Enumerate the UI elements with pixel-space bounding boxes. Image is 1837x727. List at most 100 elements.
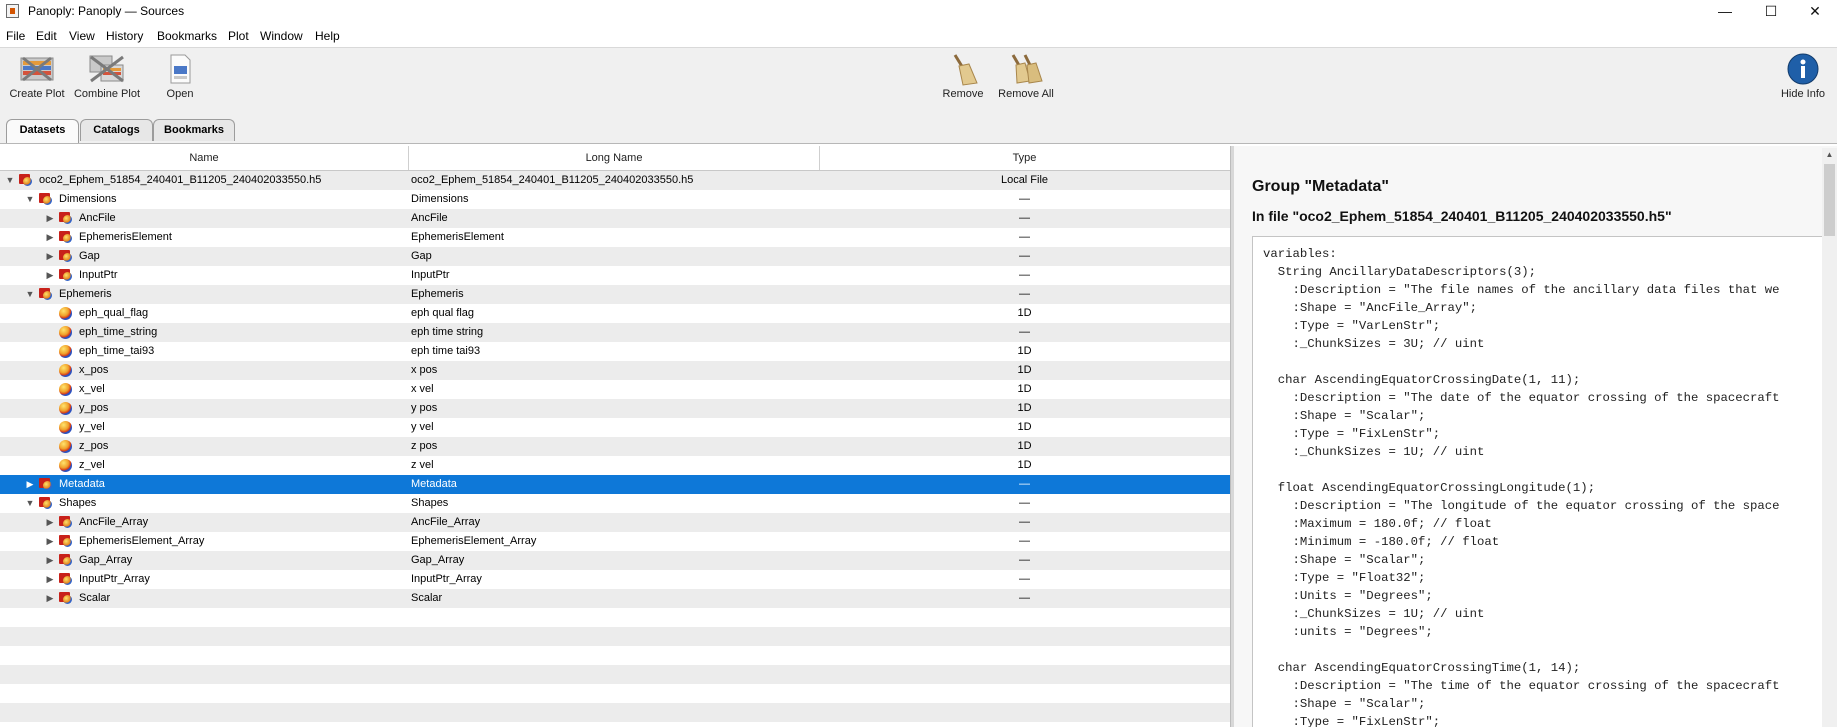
- expand-icon[interactable]: ▶: [44, 570, 56, 589]
- table-row[interactable]: x_vel x vel 1D: [0, 380, 1230, 399]
- row-type-cell: —: [1019, 269, 1030, 281]
- metadata-line: :_ChunkSizes = 1U; // uint: [1263, 445, 1485, 459]
- menu-window[interactable]: Window: [260, 29, 303, 43]
- table-row[interactable]: ▶ EphemerisElement_Array EphemerisElement_…: [0, 532, 1230, 551]
- close-button[interactable]: ✕: [1792, 0, 1837, 23]
- row-name-label: Scalar: [79, 592, 111, 604]
- expand-icon[interactable]: ▶: [44, 247, 56, 266]
- expand-icon[interactable]: ▶: [44, 209, 56, 228]
- menu-history[interactable]: History: [106, 29, 143, 43]
- tab-datasets[interactable]: Datasets: [6, 119, 79, 143]
- row-long-name-cell: InputPtr_Array: [411, 573, 482, 585]
- table-row[interactable]: x_pos x pos 1D: [0, 361, 1230, 380]
- combine-plot-label: Combine Plot: [73, 88, 141, 100]
- info-scrollbar[interactable]: ▲: [1822, 148, 1837, 727]
- metadata-line: :Shape = "Scalar";: [1263, 409, 1426, 423]
- metadata-line: :Description = "The longitude of the equ…: [1263, 499, 1780, 513]
- metadata-line: :Type = "Float32";: [1263, 571, 1426, 585]
- table-row[interactable]: ▶ Gap_Array Gap_Array —: [0, 551, 1230, 570]
- table-row[interactable]: z_pos z pos 1D: [0, 437, 1230, 456]
- metadata-line: :Type = "VarLenStr";: [1263, 319, 1441, 333]
- table-row[interactable]: eph_time_string eph time string —: [0, 323, 1230, 342]
- menu-view[interactable]: View: [69, 29, 95, 43]
- row-long-name-cell: AncFile: [411, 212, 448, 224]
- expand-icon[interactable]: ▶: [24, 475, 36, 494]
- table-row[interactable]: y_pos y pos 1D: [0, 399, 1230, 418]
- row-type-cell: —: [1019, 592, 1030, 604]
- table-row[interactable]: ▶ Metadata Metadata —: [0, 475, 1230, 494]
- scrollbar-thumb[interactable]: [1824, 164, 1835, 236]
- menu-plot[interactable]: Plot: [228, 29, 249, 43]
- row-type-cell: —: [1019, 288, 1030, 300]
- metadata-line: char AscendingEquatorCrossingDate(1, 11)…: [1263, 373, 1581, 387]
- remove-all-button[interactable]: Remove All: [992, 52, 1060, 114]
- empty-row: [0, 646, 1230, 665]
- tab-catalogs[interactable]: Catalogs: [80, 119, 153, 141]
- table-row[interactable]: z_vel z vel 1D: [0, 456, 1230, 475]
- row-name-label: Gap_Array: [79, 554, 133, 566]
- table-row[interactable]: ▶ EphemerisElement EphemerisElement —: [0, 228, 1230, 247]
- empty-row: [0, 684, 1230, 703]
- row-long-name-cell: Dimensions: [411, 193, 469, 205]
- collapse-icon[interactable]: ▼: [24, 190, 36, 209]
- expand-icon[interactable]: ▶: [44, 551, 56, 570]
- expand-icon[interactable]: ▶: [44, 532, 56, 551]
- open-label: Open: [166, 88, 194, 100]
- tab-bookmarks[interactable]: Bookmarks: [153, 119, 235, 141]
- row-name-label: z_vel: [79, 459, 105, 471]
- table-row[interactable]: ▶ InputPtr_Array InputPtr_Array —: [0, 570, 1230, 589]
- metadata-line: :Description = "The time of the equator …: [1263, 679, 1780, 693]
- group-icon: [39, 477, 54, 491]
- hide-info-button[interactable]: Hide Info: [1769, 52, 1837, 114]
- table-row[interactable]: ▶ InputPtr InputPtr —: [0, 266, 1230, 285]
- table-row[interactable]: eph_time_tai93 eph time tai93 1D: [0, 342, 1230, 361]
- row-long-name-cell: AncFile_Array: [411, 516, 481, 528]
- row-name-label: z_pos: [79, 440, 109, 452]
- collapse-icon[interactable]: ▼: [4, 171, 16, 190]
- metadata-text-box[interactable]: variables: String AncillaryDataDescripto…: [1252, 236, 1834, 727]
- open-button[interactable]: Open: [146, 52, 214, 114]
- table-row[interactable]: ▼ Dimensions Dimensions —: [0, 190, 1230, 209]
- table-row[interactable]: y_vel y vel 1D: [0, 418, 1230, 437]
- table-row[interactable]: ▼ Shapes Shapes —: [0, 494, 1230, 513]
- maximize-button[interactable]: ☐: [1748, 0, 1794, 23]
- create-plot-button[interactable]: Create Plot: [3, 52, 71, 114]
- expand-icon[interactable]: ▶: [44, 513, 56, 532]
- row-name-label: Ephemeris: [59, 288, 112, 300]
- row-long-name-cell: eph qual flag: [411, 307, 474, 319]
- row-type-cell: —: [1019, 193, 1030, 205]
- table-row[interactable]: ▼ oco2_Ephem_51854_240401_B11205_24040203…: [0, 171, 1230, 190]
- table-row[interactable]: ▶ Gap Gap —: [0, 247, 1230, 266]
- scroll-up-icon[interactable]: ▲: [1822, 148, 1837, 162]
- row-long-name-cell: EphemerisElement_Array: [411, 535, 537, 547]
- column-header-long-name[interactable]: Long Name: [409, 146, 820, 170]
- table-row[interactable]: ▶ AncFile_Array AncFile_Array —: [0, 513, 1230, 532]
- row-long-name-cell: y vel: [411, 421, 434, 433]
- menu-help[interactable]: Help: [315, 29, 340, 43]
- row-type-cell: 1D: [1017, 307, 1032, 319]
- expand-icon[interactable]: ▶: [44, 228, 56, 247]
- table-row[interactable]: ▶ Scalar Scalar —: [0, 589, 1230, 608]
- column-header-type[interactable]: Type: [820, 146, 1229, 170]
- expand-icon[interactable]: ▶: [44, 266, 56, 285]
- menu-edit[interactable]: Edit: [36, 29, 57, 43]
- row-type-cell: —: [1019, 516, 1030, 528]
- table-row[interactable]: ▼ Ephemeris Ephemeris —: [0, 285, 1230, 304]
- group-icon: [39, 496, 54, 510]
- column-header-name[interactable]: Name: [0, 146, 409, 170]
- collapse-icon[interactable]: ▼: [24, 494, 36, 513]
- table-row[interactable]: ▶ AncFile AncFile —: [0, 209, 1230, 228]
- metadata-line: String AncillaryDataDescriptors(3);: [1263, 265, 1537, 279]
- broom-icon: [945, 52, 981, 86]
- minimize-button[interactable]: —: [1702, 0, 1748, 23]
- expand-icon[interactable]: ▶: [44, 589, 56, 608]
- remove-button[interactable]: Remove: [929, 52, 997, 114]
- menu-bookmarks[interactable]: Bookmarks: [157, 29, 217, 43]
- menu-file[interactable]: File: [6, 29, 25, 43]
- collapse-icon[interactable]: ▼: [24, 285, 36, 304]
- combine-plot-button[interactable]: Combine Plot: [73, 52, 141, 114]
- table-row[interactable]: eph_qual_flag eph qual flag 1D: [0, 304, 1230, 323]
- info-subheading: In file "oco2_Ephem_51854_240401_B11205_…: [1252, 208, 1672, 224]
- variable-icon: [59, 402, 72, 415]
- metadata-line: variables:: [1263, 247, 1337, 261]
